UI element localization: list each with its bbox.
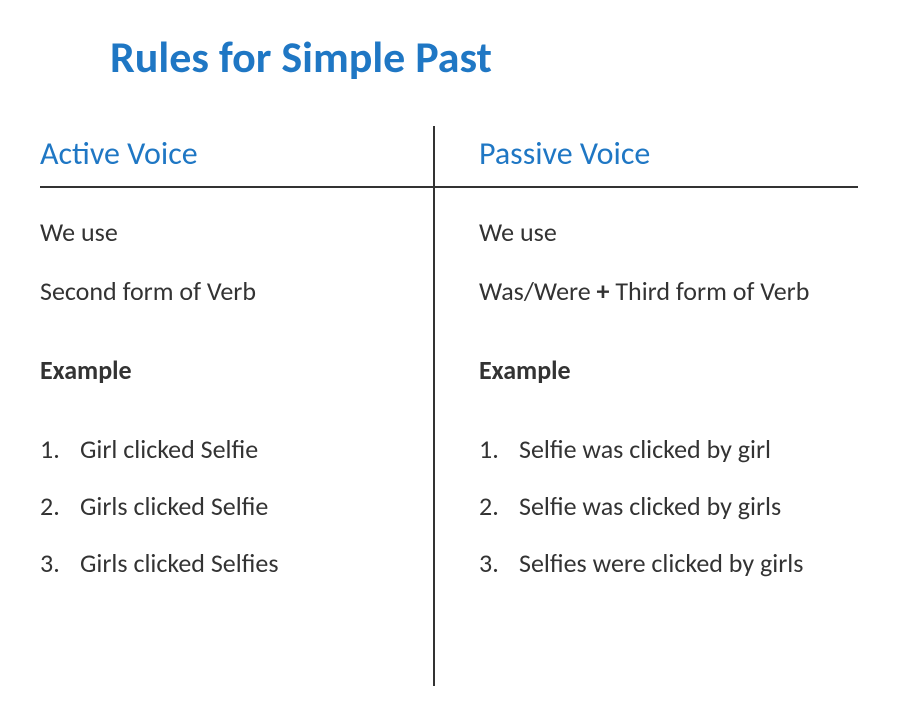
- list-item: Selfies were clicked by girls: [479, 544, 858, 583]
- rule-suffix: Third form of Verb: [610, 275, 810, 307]
- active-rule: Second form of Verb: [40, 272, 429, 311]
- active-voice-column: Active Voice We use Second form of Verb …: [40, 134, 449, 601]
- passive-example-label: Example: [479, 351, 858, 390]
- passive-rule: Was/Were + Third form of Verb: [479, 272, 858, 311]
- list-item: Girls clicked Selfies: [40, 544, 429, 583]
- page-title: Rules for Simple Past: [110, 30, 858, 84]
- list-item: Selfie was clicked by girl: [479, 430, 858, 469]
- passive-voice-column: Passive Voice We use Was/Were + Third fo…: [449, 134, 858, 601]
- list-item: Girl clicked Selfie: [40, 430, 429, 469]
- active-header: Active Voice: [40, 134, 429, 173]
- rules-table: Active Voice We use Second form of Verb …: [40, 134, 858, 601]
- rule-plus: +: [597, 275, 610, 307]
- list-item: Selfie was clicked by girls: [479, 487, 858, 526]
- active-example-label: Example: [40, 351, 429, 390]
- passive-we-use: We use: [479, 213, 858, 252]
- active-examples: Girl clicked Selfie Girls clicked Selfie…: [40, 430, 429, 583]
- list-item: Girls clicked Selfie: [40, 487, 429, 526]
- horizontal-divider: [40, 186, 858, 188]
- rule-prefix: Was/Were: [479, 275, 597, 307]
- passive-header: Passive Voice: [479, 134, 858, 173]
- passive-examples: Selfie was clicked by girl Selfie was cl…: [479, 430, 858, 583]
- vertical-divider: [433, 126, 435, 686]
- active-we-use: We use: [40, 213, 429, 252]
